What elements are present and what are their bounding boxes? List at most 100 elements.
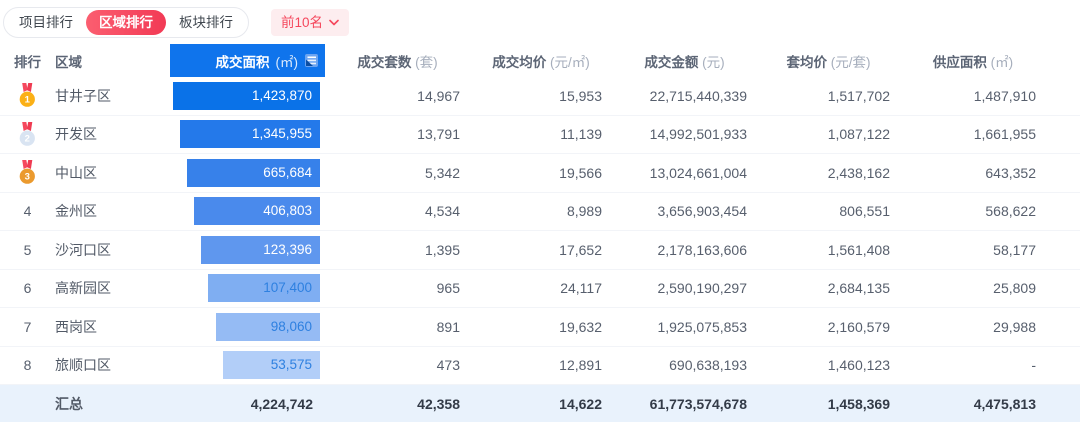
spacer-cell (1046, 192, 1080, 231)
spacer-cell (1046, 269, 1080, 308)
unit-price-cell: 1,561,408 (757, 231, 900, 270)
chevron-down-icon (329, 19, 339, 26)
rank-cell: 7 (0, 308, 55, 347)
avg-price-cell: 15,953 (470, 77, 612, 115)
unit-price-cell: 2,438,162 (757, 154, 900, 193)
region-cell: 旅顺口区 (55, 346, 170, 385)
deals-cell: 4,534 (325, 192, 470, 231)
supply-cell: 568,622 (900, 192, 1046, 231)
avg-price-cell: 19,566 (470, 154, 612, 193)
avg-price-cell: 24,117 (470, 269, 612, 308)
summary-area-value: 4,224,742 (170, 385, 325, 422)
tab-project-ranking[interactable]: 项目排行 (6, 10, 86, 35)
supply-cell: 29,988 (900, 308, 1046, 347)
summary-avg-price-value: 14,622 (470, 385, 612, 422)
region-cell: 甘井子区 (55, 77, 170, 115)
area-column-label: 成交面积 (216, 51, 270, 71)
rank-cell: 3 (0, 154, 55, 193)
top-n-filter-dropdown[interactable]: 前10名 (271, 9, 349, 36)
region-cell: 开发区 (55, 115, 170, 154)
amount-cell: 22,715,440,339 (612, 77, 757, 115)
table-row: 6 高新园区 107,400 965 24,117 2,590,190,297 … (0, 269, 1080, 308)
svg-text:2: 2 (25, 133, 30, 144)
deals-column-header[interactable]: 成交套数 (套) (325, 44, 470, 77)
summary-deals-value: 42,358 (325, 385, 470, 422)
area-bar: 123,396 (201, 236, 320, 264)
area-bar: 107,400 (208, 274, 320, 302)
spacer-cell (1046, 346, 1080, 385)
area-column-header-sorted[interactable]: 成交面积 (㎡) (170, 44, 325, 77)
area-bar-cell: 665,684 (170, 154, 325, 193)
area-bar-cell: 1,423,870 (170, 77, 325, 115)
area-bar: 406,803 (194, 197, 320, 225)
unit-price-column-header[interactable]: 套均价 (元/套) (757, 44, 900, 77)
region-ranking-table: 排行 区域 成交面积(㎡) 成交套数 (套) 成交均价 (元/㎡) 成交金额 (… (0, 44, 1080, 422)
rank-cell: 4 (0, 192, 55, 231)
unit-price-cell: 1,460,123 (757, 346, 900, 385)
sort-descending-icon (304, 53, 319, 68)
table-row: 8 旅顺口区 53,575 473 12,891 690,638,193 1,4… (0, 346, 1080, 385)
area-bar-cell: 107,400 (170, 269, 325, 308)
table-row: 1 甘井子区 1,423,870 14,967 15,953 22,715,44… (0, 77, 1080, 115)
amount-cell: 690,638,193 (612, 346, 757, 385)
spacer-cell (1046, 154, 1080, 193)
ranking-tab-group: 项目排行 区域排行 板块排行 (3, 7, 249, 38)
area-column-unit: (㎡) (276, 51, 299, 71)
supply-cell: 58,177 (900, 231, 1046, 270)
unit-price-cell: 2,160,579 (757, 308, 900, 347)
tab-region-ranking[interactable]: 区域排行 (86, 10, 166, 35)
avg-price-cell: 11,139 (470, 115, 612, 154)
unit-price-cell: 1,517,702 (757, 77, 900, 115)
medal-silver-icon: 2 (18, 122, 37, 147)
avg-price-cell: 17,652 (470, 231, 612, 270)
area-bar: 53,575 (223, 351, 320, 379)
deals-cell: 891 (325, 308, 470, 347)
svg-text:3: 3 (25, 172, 30, 183)
supply-cell: 1,661,955 (900, 115, 1046, 154)
amount-cell: 3,656,903,454 (612, 192, 757, 231)
rank-cell: 2 (0, 115, 55, 154)
region-cell: 沙河口区 (55, 231, 170, 270)
summary-supply-value: 4,475,813 (900, 385, 1046, 422)
spacer-cell (1046, 231, 1080, 270)
supply-column-header[interactable]: 供应面积 (㎡) (900, 44, 1046, 77)
spacer-cell (1046, 115, 1080, 154)
deals-cell: 473 (325, 346, 470, 385)
spacer-cell (1046, 308, 1080, 347)
summary-row: 汇总 4,224,742 42,358 14,622 61,773,574,67… (0, 385, 1080, 422)
tab-plate-ranking[interactable]: 板块排行 (166, 10, 246, 35)
amount-column-header[interactable]: 成交金额 (元) (612, 44, 757, 77)
summary-spacer-cell (1046, 385, 1080, 422)
area-bar: 1,423,870 (173, 82, 320, 110)
region-cell: 中山区 (55, 154, 170, 193)
area-bar-cell: 1,345,955 (170, 115, 325, 154)
supply-cell: - (900, 346, 1046, 385)
area-bar-cell: 406,803 (170, 192, 325, 231)
table-row: 2 开发区 1,345,955 13,791 11,139 14,992,501… (0, 115, 1080, 154)
deals-cell: 13,791 (325, 115, 470, 154)
unit-price-cell: 2,684,135 (757, 269, 900, 308)
supply-cell: 25,809 (900, 269, 1046, 308)
amount-cell: 14,992,501,933 (612, 115, 757, 154)
deals-cell: 1,395 (325, 231, 470, 270)
deals-cell: 5,342 (325, 154, 470, 193)
medal-gold-icon: 1 (18, 83, 37, 108)
supply-cell: 643,352 (900, 154, 1046, 193)
medal-bronze-icon: 3 (18, 160, 37, 185)
region-cell: 高新园区 (55, 269, 170, 308)
spacer-cell (1046, 77, 1080, 115)
avg-price-cell: 8,989 (470, 192, 612, 231)
area-bar-cell: 53,575 (170, 346, 325, 385)
table-body: 1 甘井子区 1,423,870 14,967 15,953 22,715,44… (0, 77, 1080, 385)
amount-cell: 2,590,190,297 (612, 269, 757, 308)
unit-price-cell: 806,551 (757, 192, 900, 231)
svg-text:1: 1 (25, 95, 31, 106)
rank-column-header: 排行 (0, 44, 55, 77)
avg-price-column-header[interactable]: 成交均价 (元/㎡) (470, 44, 612, 77)
summary-amount-value: 61,773,574,678 (612, 385, 757, 422)
supply-cell: 1,487,910 (900, 77, 1046, 115)
unit-price-cell: 1,087,122 (757, 115, 900, 154)
amount-cell: 2,178,163,606 (612, 231, 757, 270)
avg-price-cell: 12,891 (470, 346, 612, 385)
deals-cell: 14,967 (325, 77, 470, 115)
